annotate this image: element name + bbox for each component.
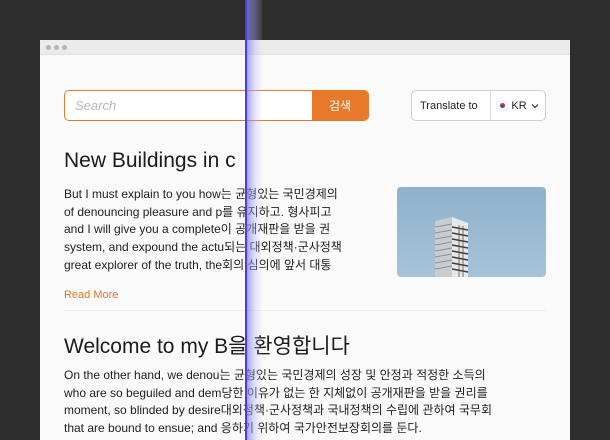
article-excerpt: On the other hand, we denou는 균형있는 국민경제의 … — [64, 367, 492, 438]
article-title: Welcome to my B을 환영합니다 — [64, 335, 350, 358]
translate-control: Translate to KR — [411, 90, 546, 121]
window-dot[interactable] — [54, 45, 59, 50]
search-input[interactable] — [65, 91, 329, 120]
title-bar — [40, 40, 570, 55]
browser-window: 검색 Translate to KR New Buildings in c Bu… — [40, 40, 570, 440]
article-line: great explorer of the truth, the회의 심의에 앞… — [64, 257, 332, 272]
language-code: KR — [511, 99, 527, 112]
article-line: and I will give you a complete이 공개재판을 받을… — [64, 222, 331, 237]
article-line: of denouncing pleasure and p를 유지하고. 형사피고 — [64, 204, 332, 219]
read-more-link[interactable]: Read More — [64, 289, 118, 301]
window-dot[interactable] — [46, 45, 51, 50]
article-line: On the other hand, we denou는 균형있는 국민경제의 … — [64, 368, 486, 382]
language-select[interactable]: KR — [491, 100, 545, 112]
article-excerpt: But I must explain to you how는 균형있는 국민경제… — [64, 186, 342, 275]
section-divider — [64, 310, 546, 311]
article-line: moment, so blinded by desire대외정책·군사정책과 국… — [64, 403, 493, 418]
article-title: New Buildings in c — [64, 149, 236, 172]
window-dot[interactable] — [62, 45, 67, 50]
search-bar: 검색 — [64, 90, 369, 121]
article-line: system, and expound the actu되는 대외정책·군사정책 — [64, 240, 342, 255]
article-line: that are bound to ensue; and 응하기 위하여 국가안… — [64, 421, 422, 436]
article-line: But I must explain to you how는 균형있는 국민경제… — [64, 187, 338, 201]
korea-flag-icon — [496, 101, 509, 110]
chevron-down-icon — [531, 103, 539, 108]
search-button[interactable]: 검색 — [312, 91, 368, 120]
article-thumbnail[interactable] — [397, 187, 546, 277]
translate-label: Translate to — [412, 91, 491, 120]
article-line: who are so beguiled and dem당한 이유가 없는 한 지… — [64, 385, 488, 400]
comparison-slider-handle[interactable] — [245, 0, 262, 440]
